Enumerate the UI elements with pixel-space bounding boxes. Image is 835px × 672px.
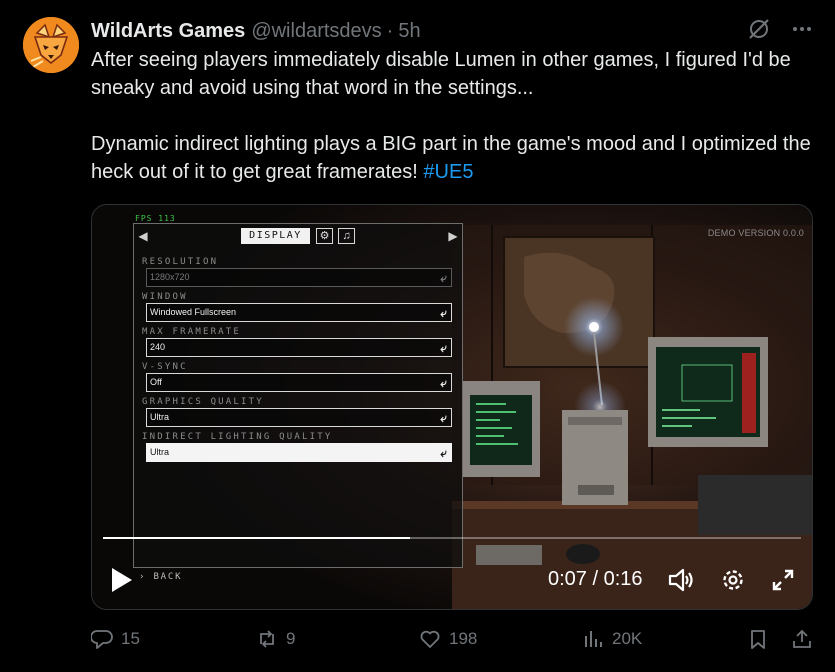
time-separator: /	[592, 568, 599, 590]
setting-field-max-framerate: 240 ⤶	[146, 338, 452, 357]
repost-count: 9	[286, 629, 296, 648]
repost-icon	[260, 630, 274, 648]
settings-menu: ◀ DISPLAY ⚙ ♫ ▶ RESOLUTION 1280x720 ⤶ WI…	[133, 223, 463, 568]
timestamp[interactable]: 5h	[398, 20, 420, 43]
bookmark-button[interactable]	[747, 628, 769, 650]
music-note-icon: ♫	[338, 228, 355, 244]
setting-value: Ultra	[150, 412, 170, 422]
menu-tab-bar: ◀ DISPLAY ⚙ ♫ ▶	[134, 228, 462, 246]
views-button[interactable]: 20K	[582, 628, 642, 650]
gear-icon: ⚙	[316, 228, 333, 244]
setting-label-indirect-lighting-quality: INDIRECT LIGHTING QUALITY	[142, 432, 333, 442]
return-arrow-icon: ⤶	[440, 446, 447, 460]
duration: 0:16	[603, 568, 643, 590]
hashtag-link[interactable]: #UE5	[423, 161, 473, 183]
setting-value: 240	[150, 342, 166, 352]
setting-label-graphics-quality: GRAPHICS QUALITY	[142, 397, 264, 407]
setting-label-window: WINDOW	[142, 292, 188, 302]
setting-label-resolution: RESOLUTION	[142, 257, 219, 267]
avatar[interactable]	[23, 17, 79, 73]
arrow-left-icon: ◀	[138, 229, 148, 243]
demo-version-label: DEMO VERSION 0.0.0	[707, 228, 804, 238]
fps-counter: FPS 113	[135, 214, 176, 223]
setting-label-vsync: V-SYNC	[142, 362, 188, 372]
reply-button[interactable]: 15	[91, 628, 140, 650]
tweet-header: WildArts Games @wildartsdevs · 5h	[91, 17, 815, 45]
grok-icon[interactable]	[747, 17, 771, 41]
fox-logo-icon	[23, 17, 79, 73]
setting-value: Off	[150, 377, 162, 387]
video-player[interactable]: FPS 113 DEMO VERSION 0.0.0 ◀ DISPLAY ⚙ ♫…	[91, 204, 813, 610]
display-name[interactable]: WildArts Games	[91, 20, 245, 43]
like-count: 198	[449, 629, 478, 648]
separator-dot: ·	[386, 19, 394, 42]
play-icon[interactable]	[110, 567, 134, 593]
setting-value: Ultra	[150, 447, 170, 457]
return-arrow-icon: ⤶	[440, 376, 447, 390]
share-button[interactable]	[791, 628, 813, 650]
reply-icon	[91, 630, 113, 649]
like-button[interactable]: 198	[419, 628, 477, 650]
setting-field-resolution: 1280x720 ⤶	[146, 268, 452, 287]
tweet-paragraph: After seeing players immediately disable…	[91, 49, 791, 99]
views-count: 20K	[612, 629, 643, 648]
tweet-actions: 15 9 198 20K	[91, 628, 815, 654]
setting-value: Windowed Fullscreen	[150, 307, 237, 317]
handle[interactable]: @wildartsdevs	[251, 20, 381, 43]
setting-field-window: Windowed Fullscreen ⤶	[146, 303, 452, 322]
tweet-paragraph: Dynamic indirect lighting plays a BIG pa…	[91, 130, 821, 186]
setting-value: 1280x720	[150, 272, 190, 282]
setting-label-max-framerate: MAX FRAMERATE	[142, 327, 242, 337]
video-progress-fill	[103, 537, 411, 539]
volume-icon[interactable]	[668, 568, 694, 592]
reply-count: 15	[121, 629, 140, 648]
video-controls: 0:07 / 0:16	[92, 565, 812, 595]
tweet-text: After seeing players immediately disable…	[91, 46, 821, 186]
return-arrow-icon: ⤶	[440, 341, 447, 355]
header-icons	[747, 17, 813, 41]
views-chart-icon	[585, 631, 602, 647]
setting-field-graphics-quality: Ultra ⤶	[146, 408, 452, 427]
setting-field-indirect-lighting-quality: Ultra ⤶	[146, 443, 452, 462]
more-options-icon[interactable]	[791, 18, 813, 40]
bookmark-icon	[751, 630, 765, 649]
share-icon	[793, 629, 811, 648]
tweet: WildArts Games @wildartsdevs · 5h After …	[0, 0, 835, 672]
video-timecode: 0:07 / 0:16	[548, 568, 643, 591]
return-arrow-icon: ⤶	[440, 411, 447, 425]
setting-field-vsync: Off ⤶	[146, 373, 452, 392]
return-arrow-icon: ⤶	[440, 306, 447, 320]
settings-gear-icon[interactable]	[720, 568, 746, 592]
current-time: 0:07	[548, 568, 587, 590]
repost-button[interactable]: 9	[256, 628, 295, 650]
tab-display: DISPLAY	[241, 228, 310, 244]
fullscreen-icon[interactable]	[770, 568, 796, 592]
return-arrow-icon: ⤶	[440, 271, 447, 285]
arrow-right-icon: ▶	[448, 229, 458, 243]
heart-icon	[420, 630, 440, 648]
video-progress-bar[interactable]	[103, 537, 801, 539]
